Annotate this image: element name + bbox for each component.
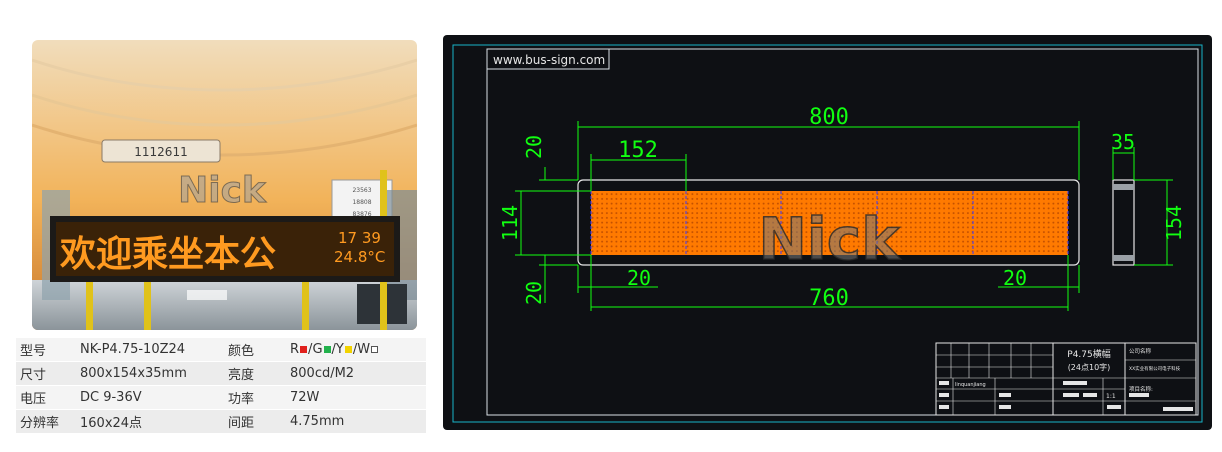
photo-scene: 1112611 23563 18808 83876 Nick 欢迎乘坐本公 17… <box>32 40 417 330</box>
spec-value: DC 9-36V <box>76 385 224 410</box>
spec-row: 分辨率 160x24点 间距 4.75mm <box>16 409 426 434</box>
spec-label: 尺寸 <box>16 361 76 386</box>
spec-row: 型号 NK-P4.75-10Z24 颜色 R/G/Y/W <box>16 338 426 362</box>
color-letter-w: W <box>357 342 371 357</box>
dim-depth: 35 <box>1111 130 1135 154</box>
spec-label: 型号 <box>16 338 76 362</box>
spec-value: 800x154x35mm <box>76 361 224 386</box>
spec-label: 间距 <box>224 409 286 434</box>
color-letter-r: R <box>290 342 300 357</box>
spec-value: 800cd/M2 <box>286 361 426 386</box>
spec-value: 4.75mm <box>286 409 426 434</box>
site-url: www.bus-sign.com <box>493 53 605 67</box>
color-options: R/G/Y/W <box>286 338 426 362</box>
spec-table: 型号 NK-P4.75-10Z24 颜色 R/G/Y/W 尺寸 800x154x… <box>16 338 426 434</box>
notice-line-1: 23563 <box>352 187 371 194</box>
yellow-swatch <box>344 346 352 353</box>
spec-value: 72W <box>286 385 426 410</box>
white-swatch <box>371 346 379 353</box>
project-label: 项目名称: <box>1129 385 1153 393</box>
led-sign-time: 17 39 <box>338 229 381 247</box>
spec-value: NK-P4.75-10Z24 <box>76 338 224 362</box>
spec-row: 电压 DC 9-36V 功率 72W <box>16 385 426 410</box>
color-letter-g: G <box>312 342 323 357</box>
dim-total-height: 154 <box>1162 205 1186 241</box>
bus-interior-photo: 1112611 23563 18808 83876 Nick 欢迎乘坐本公 17… <box>32 40 417 330</box>
cad-drawing: www.bus-sign.com Nick 800 152 20 114 20 … <box>443 35 1212 430</box>
spec-value: 160x24点 <box>76 409 224 434</box>
company-label: 公司名称 <box>1129 347 1152 355</box>
photo-logo: Nick <box>178 170 267 211</box>
spec-label: 亮度 <box>224 361 286 386</box>
red-swatch <box>300 346 308 353</box>
dim-module-width: 152 <box>618 138 658 163</box>
dim-top-margin: 20 <box>522 135 546 159</box>
designer-name: linquanjiang <box>955 382 986 388</box>
company-name: XX实业有限公司电子科技 <box>1129 365 1181 372</box>
spec-label: 分辨率 <box>16 409 76 434</box>
color-letter-y: Y <box>335 342 344 357</box>
title-block-subtitle: (24点10字) <box>1068 362 1111 372</box>
spec-label: 颜色 <box>224 338 286 362</box>
dim-total-width: 800 <box>809 105 849 130</box>
green-swatch <box>323 346 331 353</box>
title-block-title: P4.75横幅 <box>1067 348 1110 360</box>
led-sign-temp: 24.8°C <box>334 248 385 266</box>
dim-left-margin: 20 <box>627 266 651 290</box>
dim-bottom-margin: 20 <box>522 281 546 305</box>
scale-label: 1:1 <box>1106 393 1116 400</box>
spec-label: 电压 <box>16 385 76 410</box>
dim-panel-height: 114 <box>498 205 522 241</box>
spec-label: 功率 <box>224 385 286 410</box>
led-sign-text: 欢迎乘坐本公 <box>59 234 276 275</box>
cad-svg: www.bus-sign.com Nick 800 152 20 114 20 … <box>443 35 1212 430</box>
ceiling-sign-text: 1112611 <box>134 145 187 159</box>
notice-line-2: 18808 <box>352 199 371 206</box>
dim-display-width: 760 <box>809 286 849 311</box>
spec-row: 尺寸 800x154x35mm 亮度 800cd/M2 <box>16 361 426 386</box>
drawing-logo: Nick <box>758 205 901 273</box>
dim-right-margin: 20 <box>1003 266 1027 290</box>
